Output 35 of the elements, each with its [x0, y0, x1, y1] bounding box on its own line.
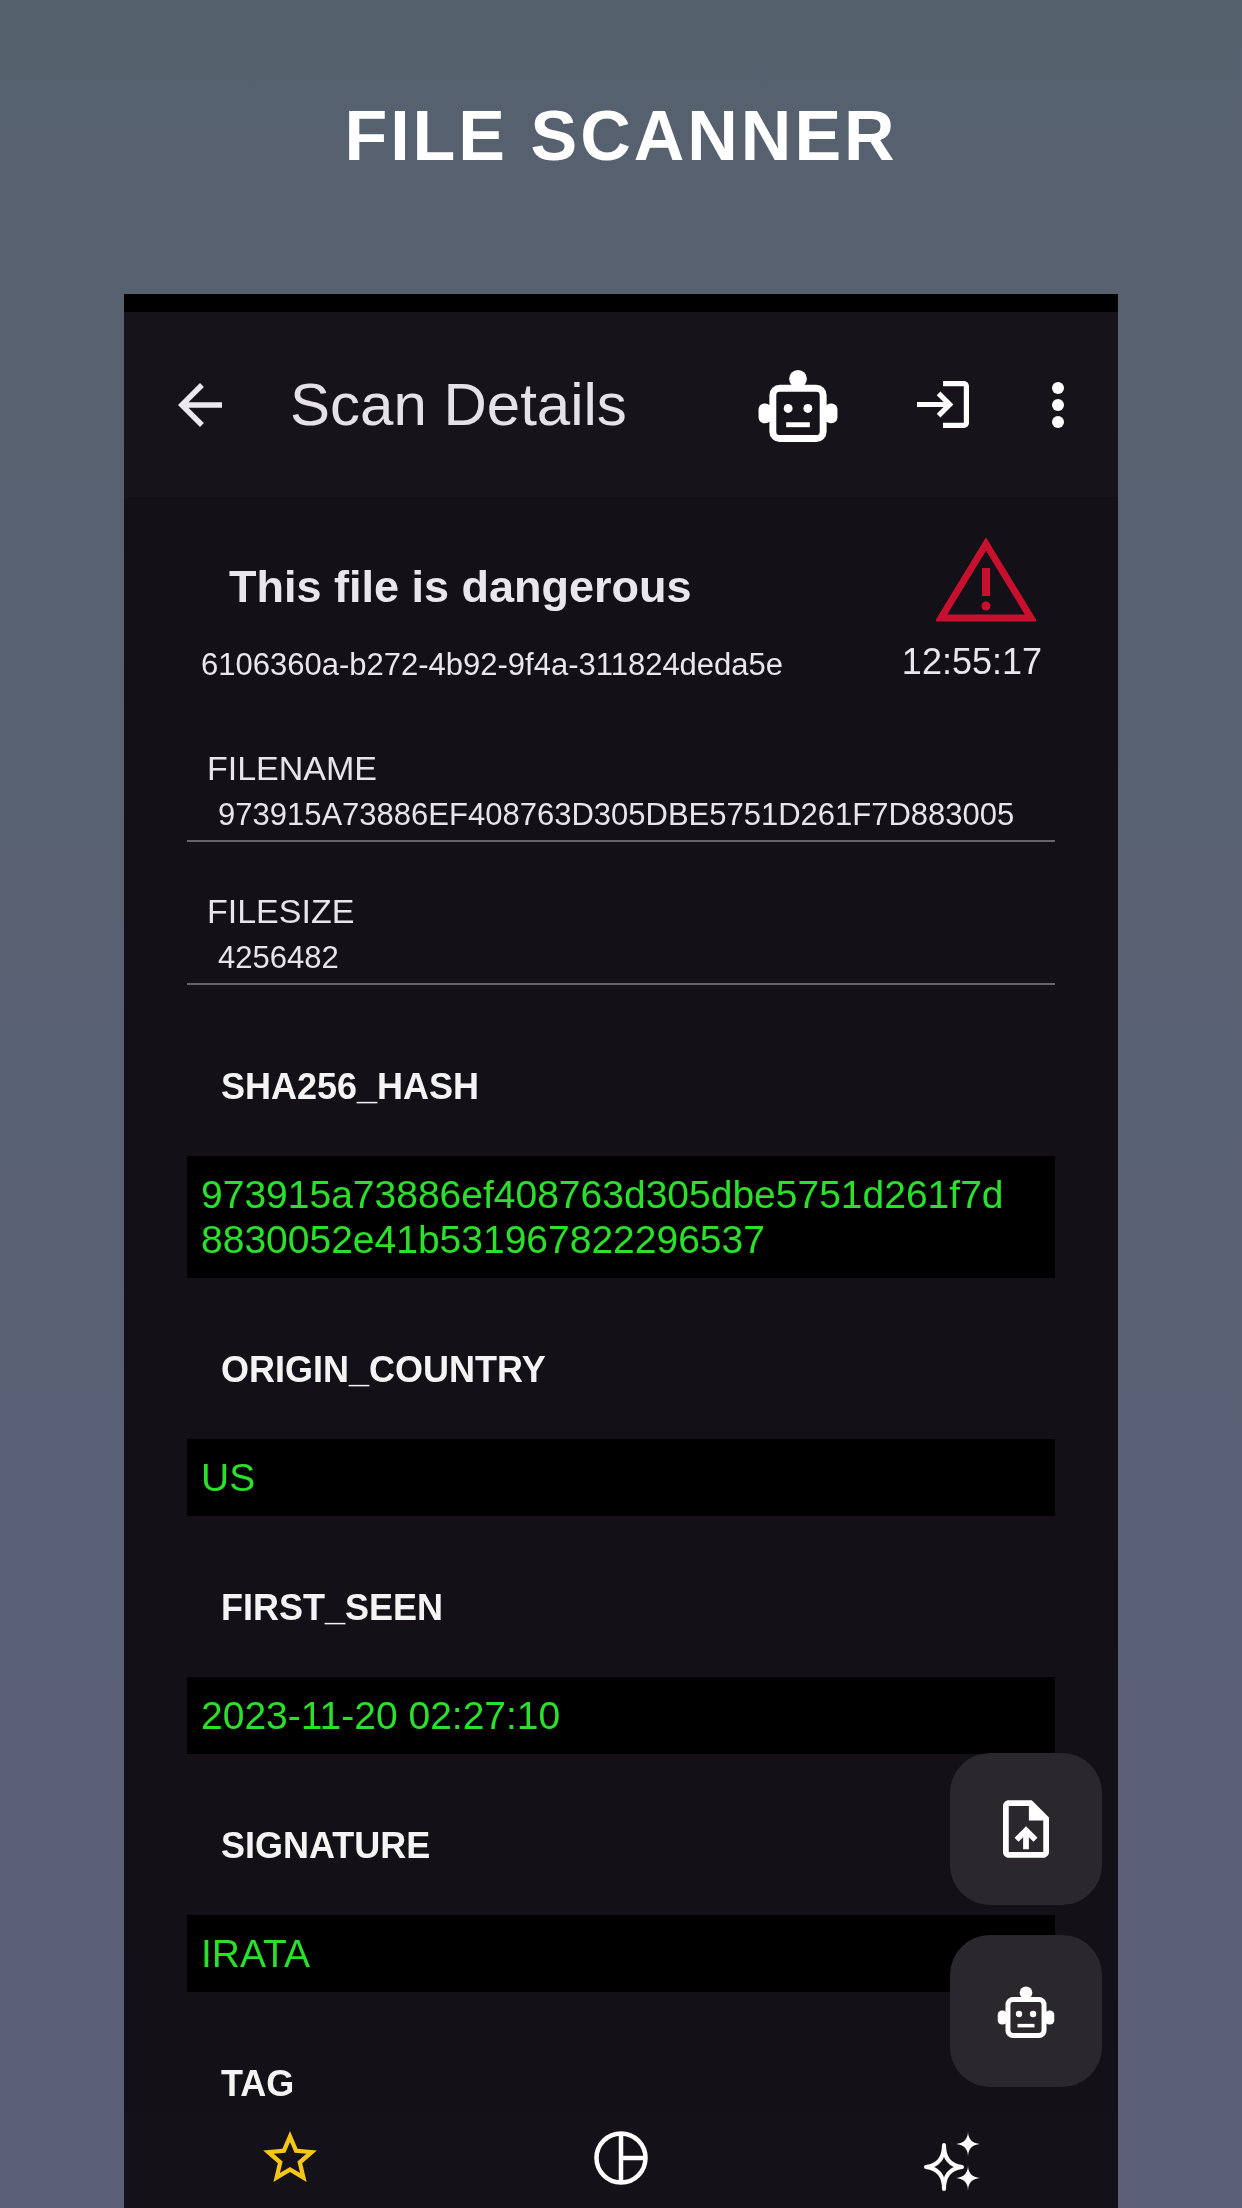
star-icon: [262, 2131, 317, 2182]
detail-label: SIGNATURE: [221, 1824, 431, 1868]
back-button[interactable]: [178, 382, 222, 427]
more-button[interactable]: [1052, 381, 1064, 428]
login-icon: [917, 381, 969, 428]
detail-label: FIRST_SEEN: [221, 1586, 444, 1630]
more-vertical-icon: [1052, 381, 1064, 428]
file-upload-icon: [1003, 1800, 1049, 1858]
field-label: FILESIZE: [207, 891, 355, 931]
page-title: FILE SCANNER: [344, 101, 898, 171]
field-value: 4256482: [218, 939, 339, 977]
detail-label: SHA256_HASH: [221, 1065, 480, 1109]
nav-tab[interactable]: [594, 2131, 648, 2185]
nav-tab[interactable]: [262, 2131, 317, 2182]
field-value: 973915A73886EF408763D305DBE5751D261F7D883005: [218, 796, 1015, 834]
scan-id: 6106360a-b272-4b92-9f4a-311824deda5e: [201, 646, 784, 684]
pie-chart-icon: [594, 2131, 648, 2185]
robot-button[interactable]: [757, 367, 839, 442]
warning-icon: [936, 538, 1036, 622]
detail-value: IRATA: [187, 1915, 1055, 1992]
robot-button[interactable]: [950, 1935, 1102, 2087]
detail-label: TAG: [221, 2062, 295, 2106]
result-heading: This file is dangerous: [229, 560, 692, 614]
scan-time: 12:55:17: [901, 640, 1042, 684]
robot-icon: [997, 1984, 1055, 2038]
detail-label: ORIGIN_COUNTRY: [221, 1348, 546, 1392]
detail-value: US: [187, 1439, 1055, 1516]
screen-title: Scan Details: [290, 369, 627, 440]
detail-value: 973915a73886ef408763d305dbe5751d261f7d8830052e41b531967822296537: [187, 1156, 1055, 1278]
login-button[interactable]: [917, 381, 969, 428]
field-label: FILENAME: [207, 748, 378, 788]
upload-file-button[interactable]: [950, 1753, 1102, 1905]
back-arrow-icon: [178, 382, 222, 427]
robot-icon: [757, 367, 839, 442]
detail-value: 2023-11-20 02:27:10: [187, 1677, 1055, 1754]
